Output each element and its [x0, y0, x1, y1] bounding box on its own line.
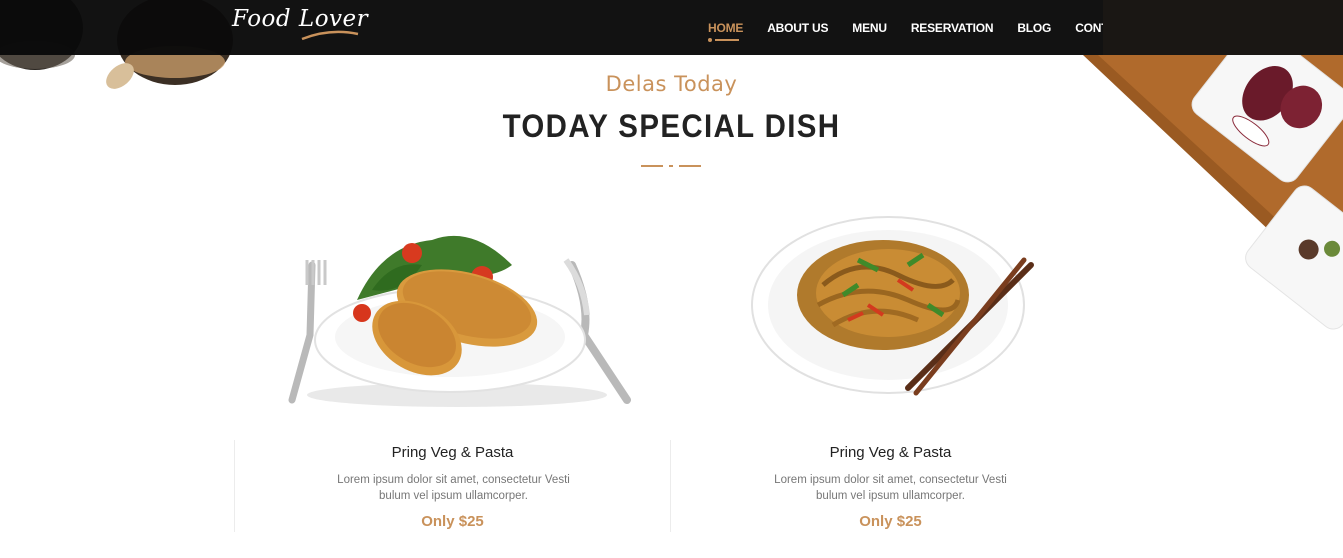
section-title: TODAY SPECIAL DISH	[502, 108, 841, 144]
nav-item-home[interactable]: HOME	[696, 0, 755, 55]
dish-price: Only $25	[859, 513, 922, 530]
nav-item-label: MENU	[852, 20, 887, 35]
nav-item-reservation[interactable]: RESERVATION	[899, 0, 1005, 55]
dish-description: Lorem ipsum dolor sit amet, consectetur …	[337, 474, 570, 502]
dish-card[interactable]: Pring Veg & Pasta Lorem ipsum dolor sit …	[672, 440, 1109, 532]
nav-item-label: HOME	[708, 20, 744, 35]
dish-price: Only $25	[421, 513, 484, 530]
logo-swash-icon	[301, 30, 359, 41]
title-divider	[641, 164, 703, 168]
nav-item-about-us[interactable]: ABOUT US	[755, 0, 840, 55]
dish-name[interactable]: Pring Veg & Pasta	[672, 444, 1109, 461]
dish-description: Lorem ipsum dolor sit amet, consectetur …	[774, 474, 1007, 502]
section-eyebrow: Delas Today	[605, 72, 738, 96]
nav-item-menu[interactable]: MENU	[840, 0, 899, 55]
nav-item-label: ABOUT US	[767, 20, 829, 35]
dish-image-breaded-cutlet	[288, 235, 631, 407]
nav-item-label: RESERVATION	[910, 20, 994, 35]
serving-board-decoration-image	[1083, 0, 1343, 330]
dish-image-stir-fried-noodles	[751, 216, 1034, 396]
dish-card[interactable]: Pring Veg & Pasta Lorem ipsum dolor sit …	[234, 440, 671, 532]
site-logo[interactable]: Food Lover	[232, 6, 368, 32]
active-indicator	[708, 38, 739, 42]
dish-name[interactable]: Pring Veg & Pasta	[235, 444, 670, 461]
